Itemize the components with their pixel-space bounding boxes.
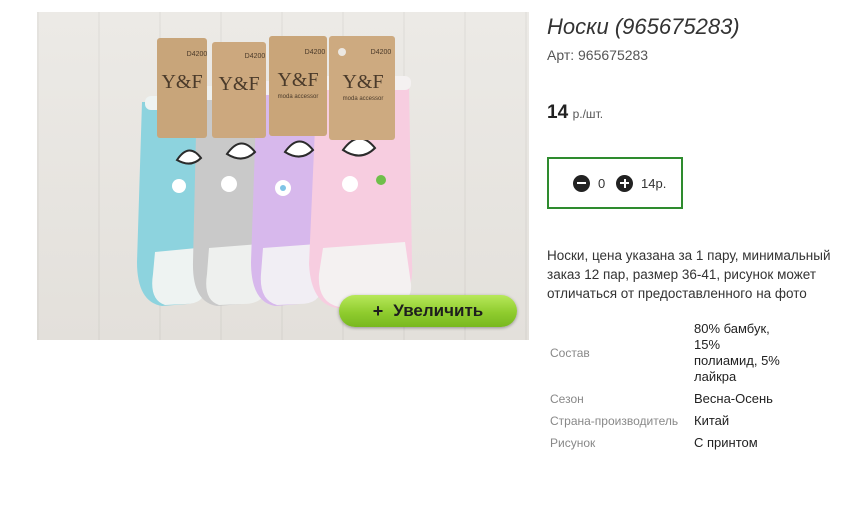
plus-icon: + [372,300,384,321]
price-value: 14 [547,102,569,123]
product-sku: Арт: 965675283 [547,47,649,63]
quantity-value: 0 [598,175,606,191]
product-tag: Y&F D4200 [157,38,207,138]
product-image[interactable]: Y&F D4200 Y&F D4200 Y&F moda accessor D4… [37,12,529,340]
cart-total: 14р. [641,175,667,191]
product-tag: Y&F moda accessor D4200 [269,36,327,136]
spec-label: Страна-производитель [550,414,679,428]
svg-text:Y&F: Y&F [161,71,202,93]
product-title: Носки (965675283) [547,14,740,39]
specs-table: Состав 80% бамбук, 15% полиамид, 5% лайк… [547,318,784,454]
zoom-button[interactable]: + Увеличить [339,295,517,327]
spec-value: Весна-Осень [694,391,773,406]
spec-row: Сезон Весна-Осень [547,388,784,410]
spec-label: Рисунок [550,436,596,450]
zoom-button-label: Увеличить [393,301,484,320]
spec-label: Сезон [550,392,584,406]
minus-circle-icon[interactable] [573,174,590,192]
socks-illustration: Y&F D4200 Y&F D4200 Y&F moda accessor D4… [137,36,413,308]
price-unit: р./шт. [572,107,604,121]
spec-row: Состав 80% бамбук, 15% полиамид, 5% лайк… [547,318,784,388]
svg-text:Y&F: Y&F [277,69,318,91]
spec-row: Рисунок С принтом [547,432,784,454]
spec-value: Китай [694,413,730,428]
svg-text:D4200: D4200 [371,49,392,56]
svg-text:D4200: D4200 [187,51,208,58]
spec-value: 80% бамбук, 15% полиамид, 5% лайкра [694,321,780,384]
svg-text:moda accessor: moda accessor [343,96,384,102]
product-price: 14 р./шт. [547,102,603,124]
spec-label: Состав [550,346,590,360]
svg-text:D4200: D4200 [245,53,266,60]
svg-text:D4200: D4200 [305,49,326,56]
product-description: Носки, цена указана за 1 пару, минимальн… [547,248,831,301]
svg-text:Y&F: Y&F [342,71,383,93]
product-tags: Y&F D4200 Y&F D4200 Y&F moda accessor D4… [157,36,395,140]
svg-text:moda accessor: moda accessor [278,94,319,100]
product-tag: Y&F D4200 [212,42,266,138]
product-tag: Y&F moda accessor D4200 [329,36,395,140]
svg-text:Y&F: Y&F [218,73,259,95]
spec-row: Страна-производитель Китай [547,410,784,432]
quantity-stepper: 0 14р. [547,157,683,209]
plus-circle-icon[interactable] [616,174,633,192]
spec-value: С принтом [694,435,758,450]
